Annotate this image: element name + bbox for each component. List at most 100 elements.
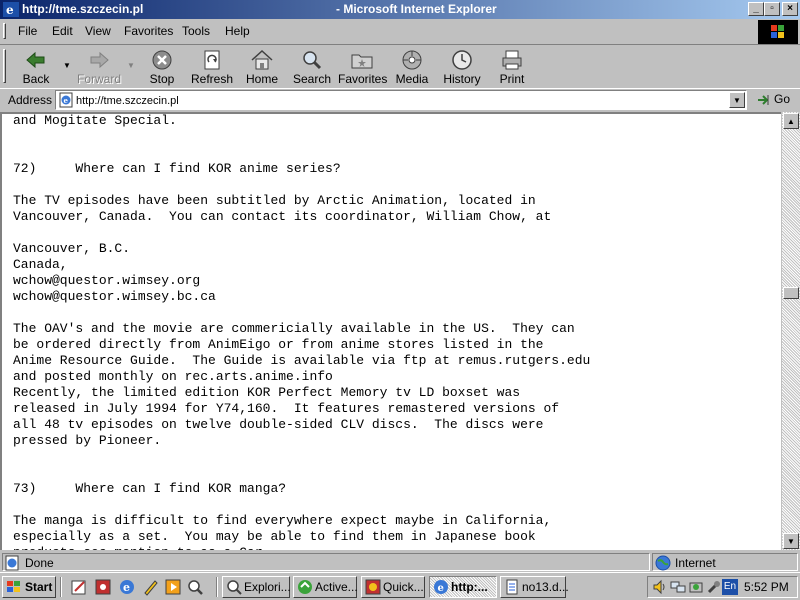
stop-label: Stop bbox=[149, 72, 175, 86]
address-field[interactable]: e ▼ bbox=[55, 90, 747, 110]
menu-favorites[interactable]: Favorites bbox=[124, 24, 173, 38]
address-input[interactable] bbox=[76, 93, 716, 108]
scroll-thumb[interactable] bbox=[783, 287, 799, 299]
refresh-label: Refresh bbox=[190, 72, 234, 86]
refresh-button[interactable]: Refresh bbox=[190, 47, 234, 87]
stop-button[interactable]: Stop bbox=[140, 47, 184, 87]
app-launcher-icon[interactable] bbox=[94, 578, 112, 596]
svg-text:e: e bbox=[64, 96, 69, 105]
minimize-icon: _ bbox=[753, 3, 759, 14]
back-label: Back bbox=[22, 72, 50, 86]
language-indicator[interactable]: En bbox=[722, 579, 738, 595]
menu-view[interactable]: View bbox=[85, 24, 111, 38]
favorites-button[interactable]: Favorites bbox=[338, 47, 388, 87]
toolbar-grip[interactable] bbox=[3, 49, 6, 83]
start-label: Start bbox=[25, 580, 53, 594]
maximize-button[interactable]: ▫ bbox=[764, 2, 780, 16]
faq-text: and Mogitate Special. 72) Where can I fi… bbox=[13, 113, 591, 550]
internet-explorer-icon[interactable]: e bbox=[118, 578, 136, 596]
print-label: Print bbox=[499, 72, 525, 86]
clock[interactable]: 5:52 PM bbox=[744, 580, 789, 594]
tasks-separator bbox=[216, 577, 218, 597]
sync-icon[interactable] bbox=[688, 579, 704, 595]
go-arrow-icon bbox=[758, 95, 769, 105]
minimize-button[interactable]: _ bbox=[748, 2, 764, 16]
search-icon bbox=[303, 51, 322, 70]
back-arrow-icon bbox=[26, 51, 45, 69]
page-done-icon bbox=[5, 555, 19, 571]
vertical-scrollbar[interactable]: ▲ ▼ bbox=[782, 112, 800, 550]
find-icon[interactable] bbox=[186, 578, 204, 596]
window-title-url: http://tme.szczecin.pl bbox=[22, 2, 144, 16]
edit-icon[interactable] bbox=[70, 578, 88, 596]
window-title-app: - Microsoft Internet Explorer bbox=[336, 2, 497, 16]
windows-logo-icon bbox=[758, 20, 798, 44]
volume-icon[interactable] bbox=[652, 579, 668, 595]
task-label: Active... bbox=[315, 580, 358, 594]
utility-icon[interactable] bbox=[706, 579, 722, 595]
search-button[interactable]: Search bbox=[290, 47, 334, 87]
task-button-document[interactable]: no13.d... bbox=[500, 576, 569, 598]
menu-tools[interactable]: Tools bbox=[182, 24, 210, 38]
forward-button[interactable]: Forward bbox=[74, 47, 124, 87]
scroll-up-button[interactable]: ▲ bbox=[783, 113, 799, 129]
menu-grip[interactable] bbox=[3, 23, 6, 39]
close-icon: × bbox=[787, 3, 793, 14]
status-main-pane: Done bbox=[2, 553, 650, 571]
system-tray: En 5:52 PM bbox=[647, 576, 798, 598]
activesync-icon bbox=[298, 580, 312, 594]
task-label: no13.d... bbox=[522, 580, 569, 594]
scroll-down-icon: ▼ bbox=[787, 537, 795, 546]
document-icon bbox=[506, 579, 518, 595]
menu-file[interactable]: File bbox=[18, 24, 37, 38]
network-icon[interactable] bbox=[670, 579, 686, 595]
close-button[interactable]: × bbox=[782, 2, 798, 16]
taskbar: Start e Explori... Active... Quick... e … bbox=[0, 572, 800, 600]
menu-help[interactable]: Help bbox=[225, 24, 250, 38]
windows-flag-icon bbox=[7, 581, 20, 592]
back-button[interactable]: Back bbox=[14, 47, 58, 87]
address-label: Address bbox=[8, 93, 53, 107]
menu-edit[interactable]: Edit bbox=[52, 24, 73, 38]
address-dropdown-button[interactable]: ▼ bbox=[729, 92, 745, 108]
media-label: Media bbox=[395, 72, 429, 86]
pencil-icon[interactable] bbox=[142, 578, 160, 596]
history-label: History bbox=[443, 72, 481, 86]
page-icon: e bbox=[59, 92, 73, 108]
search-label: Search bbox=[292, 72, 332, 86]
forward-dropdown-icon[interactable]: ▼ bbox=[127, 61, 135, 70]
restore-icon: ▫ bbox=[770, 3, 774, 14]
forward-arrow-icon bbox=[90, 51, 109, 69]
task-button-explorer[interactable]: Explori... bbox=[222, 576, 291, 598]
status-bar: Done Internet bbox=[0, 551, 800, 572]
forward-label: Forward bbox=[76, 72, 121, 86]
refresh-icon bbox=[204, 50, 220, 70]
favorites-label: Favorites bbox=[338, 72, 388, 86]
task-button-http[interactable]: e http:... bbox=[429, 576, 497, 598]
status-text: Done bbox=[25, 556, 54, 570]
task-label: http:... bbox=[451, 580, 488, 594]
go-label: Go bbox=[774, 92, 791, 106]
home-icon bbox=[251, 49, 273, 70]
history-button[interactable]: History bbox=[440, 47, 484, 87]
home-button[interactable]: Home bbox=[240, 47, 284, 87]
task-button-quick[interactable]: Quick... bbox=[361, 576, 425, 598]
title-bar[interactable]: e http://tme.szczecin.pl - Microsoft Int… bbox=[0, 0, 800, 19]
address-bar: Address e ▼ Go bbox=[0, 88, 800, 112]
task-label: Explori... bbox=[244, 580, 291, 594]
quick-app-icon bbox=[365, 579, 381, 595]
language-label: En bbox=[723, 581, 737, 592]
scroll-up-icon: ▲ bbox=[787, 117, 795, 126]
scroll-down-button[interactable]: ▼ bbox=[783, 533, 799, 549]
back-dropdown-icon[interactable]: ▼ bbox=[63, 61, 71, 70]
media-button[interactable]: Media bbox=[390, 47, 434, 87]
start-button[interactable]: Start bbox=[2, 576, 56, 598]
page-content[interactable]: and Mogitate Special. 72) Where can I fi… bbox=[0, 112, 781, 550]
media-player-icon[interactable] bbox=[164, 578, 182, 596]
explorer-icon bbox=[227, 580, 242, 595]
task-label: Quick... bbox=[383, 580, 424, 594]
favorites-folder-icon bbox=[351, 54, 373, 69]
print-button[interactable]: Print bbox=[490, 47, 534, 87]
task-button-active[interactable]: Active... bbox=[293, 576, 358, 598]
ie-logo-icon: e bbox=[3, 2, 19, 17]
